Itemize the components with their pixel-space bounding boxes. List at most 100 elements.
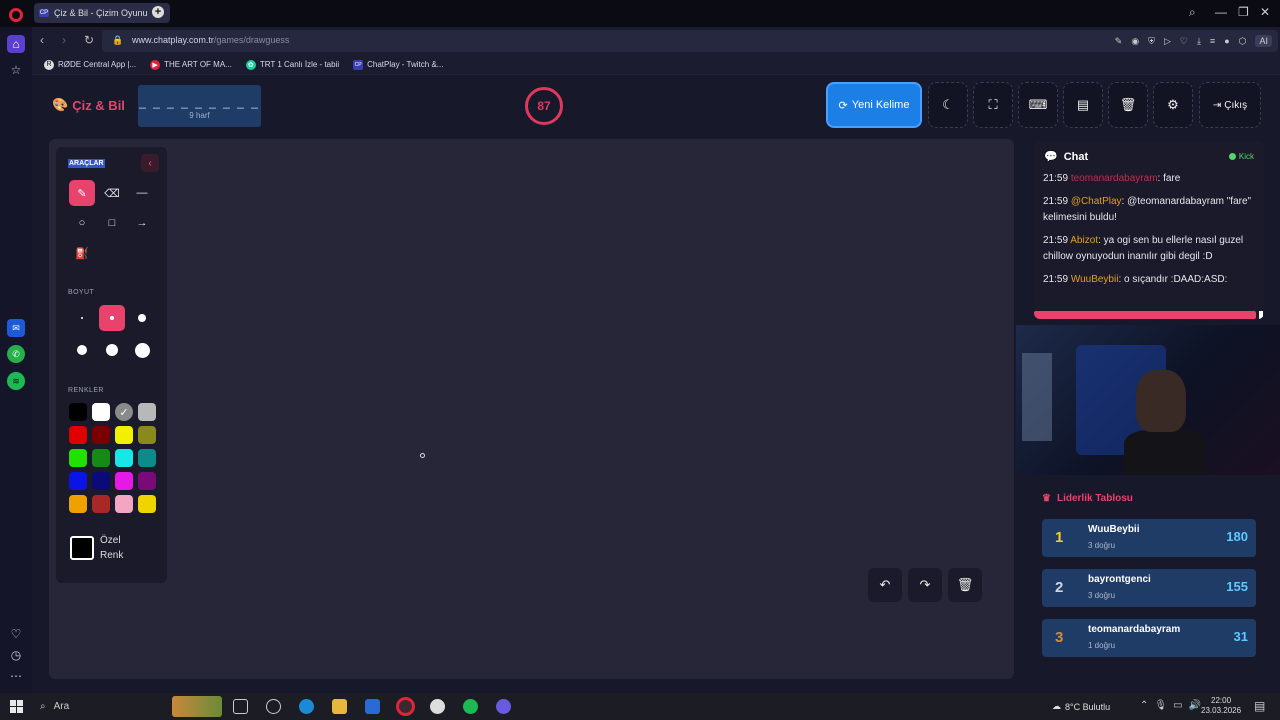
opera-taskbar-icon[interactable] xyxy=(396,697,415,716)
home-icon[interactable]: ⌂ xyxy=(7,35,25,53)
close-window-icon[interactable]: ✕ xyxy=(1260,5,1270,19)
dark-mode-button[interactable]: ☾ xyxy=(928,82,968,128)
color-swatch[interactable]: ✓ xyxy=(115,403,133,421)
pinboard-icon[interactable]: ☆ xyxy=(7,61,25,79)
color-swatch[interactable] xyxy=(69,449,87,467)
minimize-icon[interactable]: — xyxy=(1215,5,1227,19)
file-explorer-icon[interactable] xyxy=(332,699,347,714)
browser-tab-active[interactable]: CP Çiz & Bil - Çizim Oyunu ✕ xyxy=(34,3,170,23)
camera-icon[interactable]: ◉ xyxy=(1131,36,1139,47)
color-swatch[interactable] xyxy=(69,403,87,421)
heart-icon[interactable]: ♡ xyxy=(1180,36,1188,47)
color-swatch[interactable] xyxy=(69,472,87,490)
fullscreen-button[interactable]: ⛶ xyxy=(973,82,1013,128)
size-option[interactable] xyxy=(69,337,95,363)
opera-menu-icon[interactable] xyxy=(9,8,23,22)
color-swatch[interactable] xyxy=(138,403,156,421)
app-logo[interactable]: 🎨 Çiz & Bil xyxy=(52,97,125,113)
task-view-icon[interactable] xyxy=(233,699,248,714)
color-swatch[interactable] xyxy=(69,426,87,444)
spotify-icon[interactable]: ≋ xyxy=(7,372,25,390)
line-tool[interactable]: — xyxy=(129,180,155,206)
windows-start-icon[interactable] xyxy=(10,700,23,713)
clear-canvas-button[interactable]: 🗑 xyxy=(948,568,982,602)
edge-icon[interactable] xyxy=(299,699,314,714)
bookmark-item[interactable]: ▶ THE ART OF MA... xyxy=(150,59,232,70)
chevron-up-icon[interactable]: ⌃ xyxy=(1140,700,1148,711)
rectangle-tool[interactable]: □ xyxy=(99,210,125,236)
undo-button[interactable]: ↶ xyxy=(868,568,902,602)
color-swatch[interactable] xyxy=(92,403,110,421)
network-icon[interactable]: ▭ xyxy=(1173,700,1182,711)
taskbar-clock[interactable]: 22:00 23.03.2026 xyxy=(1201,696,1241,716)
shield-icon[interactable]: ⛨ xyxy=(1148,36,1155,47)
discord-icon[interactable] xyxy=(496,699,511,714)
menu-icon[interactable]: ≡ xyxy=(1210,36,1215,46)
bookmark-item[interactable]: CP ChatPlay - Twitch &... xyxy=(353,59,443,70)
archive-button[interactable]: ▤ xyxy=(1063,82,1103,128)
exit-button[interactable]: ⇥ Çıkış xyxy=(1199,82,1261,128)
obs-icon[interactable] xyxy=(430,699,445,714)
color-swatch[interactable] xyxy=(138,426,156,444)
notifications-icon[interactable]: ▤ xyxy=(1254,699,1265,713)
reload-icon[interactable]: ↻ xyxy=(84,33,94,47)
bookmark-item[interactable]: R RØDE Central App |... xyxy=(44,59,136,70)
search-tabs-icon[interactable]: ⌕ xyxy=(1189,5,1196,20)
color-swatch[interactable] xyxy=(69,495,87,513)
back-icon[interactable]: ‹ xyxy=(40,33,44,47)
restore-icon[interactable]: ❐ xyxy=(1238,5,1249,19)
color-swatch[interactable] xyxy=(138,472,156,490)
color-swatch[interactable] xyxy=(92,426,110,444)
weather-widget[interactable]: ☁ 8°C Bulutlu xyxy=(1052,701,1110,712)
redo-button[interactable]: ↷ xyxy=(908,568,942,602)
edit-icon[interactable]: ✎ xyxy=(1115,36,1123,47)
keyboard-button[interactable]: ⌨ xyxy=(1018,82,1058,128)
chat-scrollbar[interactable] xyxy=(1034,311,1256,319)
clear-button[interactable]: 🗑 xyxy=(1108,82,1148,128)
play-icon[interactable]: ▷ xyxy=(1164,36,1171,47)
color-swatch[interactable] xyxy=(115,495,133,513)
new-word-button[interactable]: ⟳ Yeni Kelime xyxy=(826,82,922,128)
bookmark-item[interactable]: ✿ TRT 1 Canlı İzle - tabii xyxy=(245,59,339,70)
ai-button[interactable]: AI xyxy=(1255,35,1272,47)
size-option[interactable] xyxy=(69,305,95,331)
color-swatch[interactable] xyxy=(92,495,110,513)
search-highlight-image[interactable] xyxy=(172,696,222,717)
color-swatch[interactable] xyxy=(92,472,110,490)
fill-tool[interactable]: ⛽ xyxy=(69,240,95,266)
eraser-tool[interactable]: ⌫ xyxy=(99,180,125,206)
download-icon[interactable]: ⤓ xyxy=(1197,36,1201,47)
color-swatch[interactable] xyxy=(115,449,133,467)
volume-icon[interactable]: 🔊 xyxy=(1189,700,1201,711)
size-option[interactable] xyxy=(99,337,125,363)
settings-button[interactable]: ⚙ xyxy=(1153,82,1193,128)
extension-icon[interactable]: ⬡ xyxy=(1239,36,1247,47)
forward-icon[interactable]: › xyxy=(62,33,66,47)
outlook-icon[interactable] xyxy=(365,699,380,714)
history-icon[interactable]: ◷ xyxy=(7,646,25,664)
messenger-icon[interactable]: ✉ xyxy=(7,319,25,337)
custom-color-button[interactable]: Özel Renk xyxy=(70,525,154,571)
profile-icon[interactable]: ● xyxy=(1224,36,1229,46)
color-swatch[interactable] xyxy=(138,495,156,513)
collapse-tools-button[interactable]: ‹ xyxy=(141,154,159,172)
color-swatch[interactable] xyxy=(138,449,156,467)
chrome-icon[interactable] xyxy=(266,699,281,714)
brush-tool[interactable]: ✎ xyxy=(69,180,95,206)
size-option[interactable] xyxy=(129,305,155,331)
size-option-selected[interactable] xyxy=(99,305,125,331)
more-icon[interactable]: ⋯ xyxy=(7,667,25,685)
favorites-icon[interactable]: ♡ xyxy=(7,625,25,643)
circle-tool[interactable]: ○ xyxy=(69,210,95,236)
spotify-taskbar-icon[interactable] xyxy=(463,699,478,714)
chat-scrollbar-thumb[interactable] xyxy=(1259,311,1263,319)
size-option[interactable] xyxy=(129,337,155,363)
microphone-icon[interactable]: 🎙 xyxy=(1154,700,1167,711)
color-swatch[interactable] xyxy=(92,449,110,467)
color-swatch[interactable] xyxy=(115,426,133,444)
new-tab-button[interactable]: + xyxy=(152,6,164,18)
address-url[interactable]: www.chatplay.com.tr/games/drawguess xyxy=(132,35,289,45)
arrow-tool[interactable]: → xyxy=(129,210,155,236)
whatsapp-icon[interactable]: ✆ xyxy=(7,345,25,363)
color-swatch[interactable] xyxy=(115,472,133,490)
